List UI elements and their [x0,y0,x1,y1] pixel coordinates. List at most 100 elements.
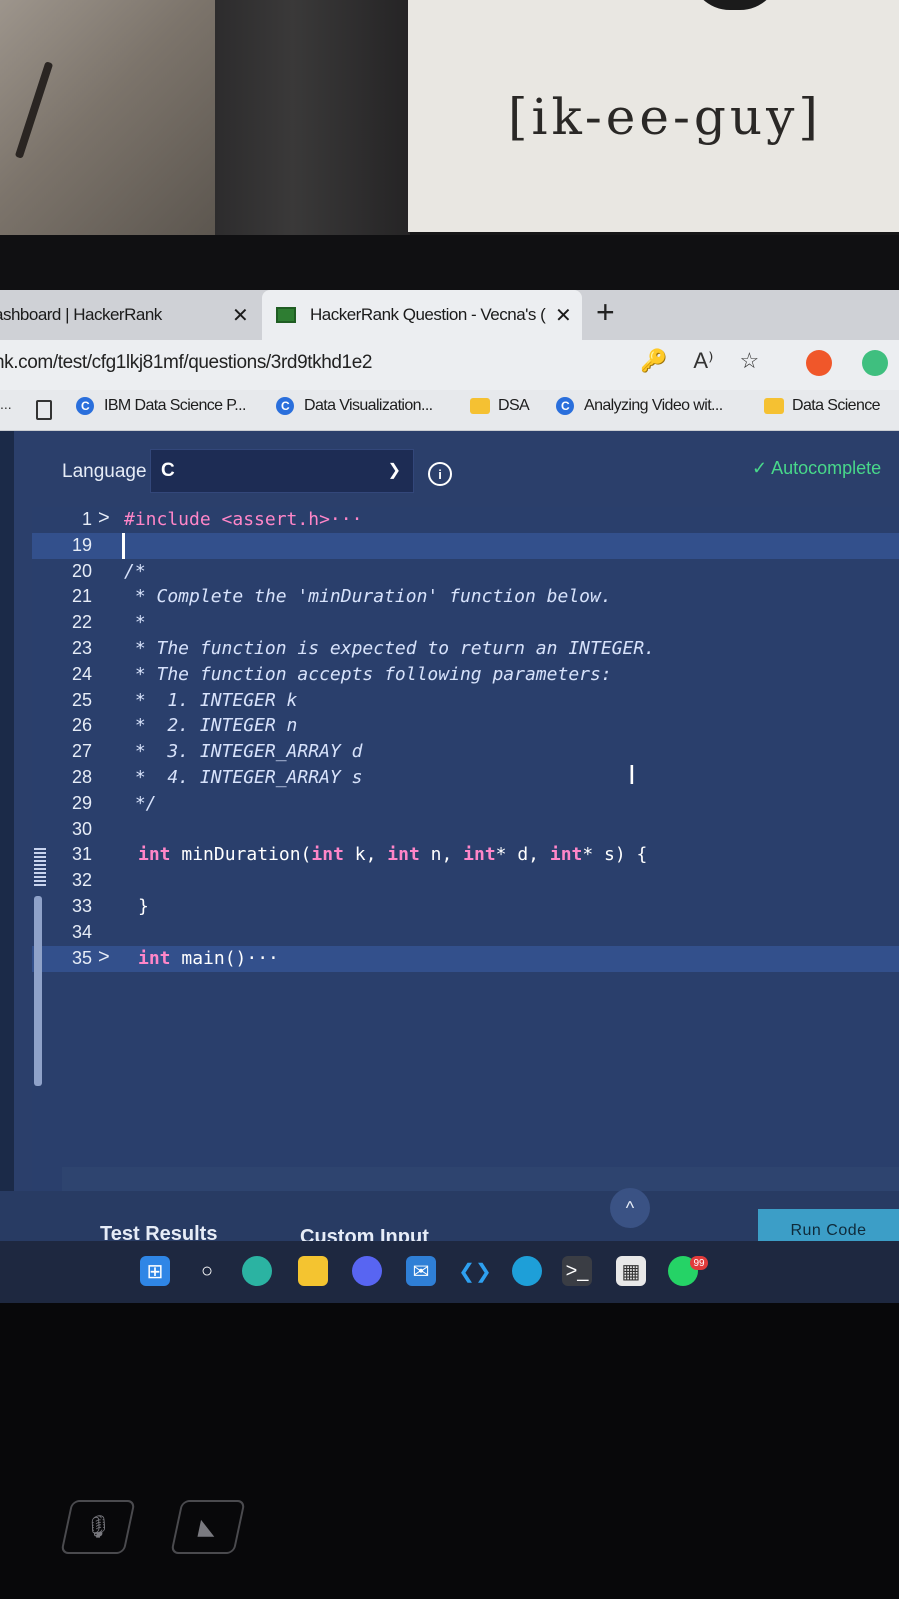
notification-badge: 99 [690,1256,708,1270]
monitor-bezel [0,235,899,295]
code-text: #include <assert.h>··· [124,509,363,530]
edge-icon[interactable] [242,1256,272,1286]
line-number: 1 [81,509,92,529]
file-explorer-icon[interactable] [298,1256,328,1286]
extension-icon[interactable] [806,350,832,376]
code-line[interactable]: 1 > #include <assert.h>··· [32,507,899,533]
code-line[interactable]: 28 * 4. INTEGER_ARRAY s [32,765,899,791]
hackerrank-icon [276,307,296,323]
code-editor[interactable]: 1 > #include <assert.h>··· 19 20/* 21 * Compl… [32,507,899,1197]
coursera-icon: C [556,397,574,415]
code-text: * The function accepts following paramet… [124,663,612,685]
code-line[interactable]: 23 * The function is expected to return … [32,636,899,662]
code-line[interactable]: 25 * 1. INTEGER k [32,688,899,714]
autocomplete-toggle[interactable]: ✓ Autocomplete [752,458,881,479]
editor-scrollbar[interactable] [34,896,42,1086]
code-line[interactable]: 26 * 2. INTEGER n [32,713,899,739]
terminal-icon[interactable]: >_ [562,1256,592,1286]
fold-chevron-icon[interactable]: > [98,946,110,969]
code-line[interactable]: 22 * [32,610,899,636]
read-aloud-icon[interactable]: A⁾ [693,348,713,374]
bookmark-analyzing-video[interactable]: C Analyzing Video wit... [556,397,723,415]
discord-icon[interactable] [352,1256,382,1286]
code-text: * Complete the 'minDuration' function be… [124,586,612,608]
tab-dashboard[interactable]: ashboard | HackerRank ✕ [0,290,258,340]
info-icon[interactable]: i [428,462,452,486]
line-number: 26 [71,715,92,736]
collapse-panel-button[interactable]: ^ [610,1188,650,1228]
code-line[interactable]: 30 [32,817,899,843]
code-text: /* [124,560,146,582]
bookmarks-more-icon[interactable]: ... [0,396,12,412]
line-number: 19 [71,534,92,555]
document-icon[interactable] [36,400,52,420]
search-icon[interactable]: ○ [192,1256,222,1286]
language-value: C [161,460,175,481]
store-icon[interactable]: ▦ [616,1256,646,1286]
folder-icon [764,398,784,414]
hackerrank-editor-page: Language C ❯ i ✓ Autocomplete 1 > #include… [0,431,899,1253]
line-number: 22 [71,612,92,633]
code-text: * 3. INTEGER_ARRAY d [124,741,363,763]
code-line[interactable]: 21 * Complete the 'minDuration' function… [32,584,899,610]
language-label: Language [62,461,147,482]
favorite-star-icon[interactable]: ☆ [739,348,759,374]
browser-tabbar: ashboard | HackerRank ✕ HackerRank Quest… [0,290,899,340]
language-select[interactable]: C ❯ [150,449,414,493]
code-line[interactable]: 31 int minDuration(int k, int n, int* d, … [32,842,899,868]
edge-dev-icon[interactable] [512,1256,542,1286]
line-number: 21 [71,586,92,607]
coursera-icon: C [76,397,94,415]
code-line[interactable]: 32 [32,868,899,894]
code-line[interactable]: 35 > int main()··· [32,945,899,972]
code-text: int minDuration(int k, int n, int* d, in… [138,844,648,866]
code-line[interactable]: 20 /* [32,559,899,585]
close-icon[interactable]: ✕ [232,303,249,328]
code-line[interactable]: 33} [32,894,899,920]
bookmark-data-science[interactable]: Data Science [764,397,881,415]
scrollbar-grip[interactable] [34,846,46,886]
code-text: * The function is expected to return an … [124,638,656,659]
line-number: 29 [71,792,92,813]
bookmark-label: DSA [498,397,530,414]
code-text: * [124,612,146,634]
fold-chevron-icon[interactable]: > [98,507,110,530]
code-text: } [138,896,149,917]
folder-icon [470,398,490,414]
extension-icon[interactable] [862,350,888,376]
code-text: int main()··· [138,947,279,969]
tab-title: ashboard | HackerRank [0,305,162,324]
rog-key-icon: ◣ [170,1500,246,1554]
pillar [215,0,410,235]
code-line[interactable]: 19 [32,532,899,559]
bookmark-label: IBM Data Science P... [104,397,246,414]
line-number: 27 [71,741,92,762]
text-cursor-icon: I [628,761,636,791]
close-icon[interactable]: ✕ [555,303,572,328]
bookmarks-bar: ... C IBM Data Science P... C Data Visua… [0,390,899,431]
bookmark-data-visualization[interactable]: C Data Visualization... [276,397,433,415]
address-icons: 🔑 A⁾ ☆ [640,348,759,374]
poster-text: [ik-ee-guy] [508,88,822,146]
code-line[interactable]: 24 * The function accepts following para… [32,662,899,688]
left-panel-edge [0,431,14,1211]
windows-start-icon[interactable]: ⊞ [140,1256,170,1286]
code-line[interactable]: 27 * 3. INTEGER_ARRAY d [32,739,899,765]
new-tab-button[interactable]: + [596,294,615,331]
code-line[interactable]: 34 [32,920,899,946]
coursera-icon: C [276,397,294,415]
bookmark-ibm-data-science[interactable]: C IBM Data Science P... [76,397,246,415]
url-text[interactable]: nk.com/test/cfg1lkj81mf/questions/3rd9tk… [0,352,372,374]
mic-mute-key-icon: 🎙 [60,1500,136,1554]
bookmark-label: Data Science [792,397,881,414]
address-bar[interactable]: nk.com/test/cfg1lkj81mf/questions/3rd9tk… [0,340,899,390]
bookmark-dsa[interactable]: DSA [470,397,530,415]
mail-icon[interactable]: ✉ [406,1256,436,1286]
chevron-down-icon: ❯ [387,462,401,479]
tab-hackerrank-question[interactable]: HackerRank Question - Vecna's ( ✕ [262,290,582,340]
line-number: 20 [71,560,92,581]
key-icon[interactable]: 🔑 [640,348,667,374]
line-number: 30 [71,818,92,839]
vscode-icon[interactable]: ❮❯ [458,1256,492,1286]
code-line[interactable]: 29 */ [32,791,899,817]
